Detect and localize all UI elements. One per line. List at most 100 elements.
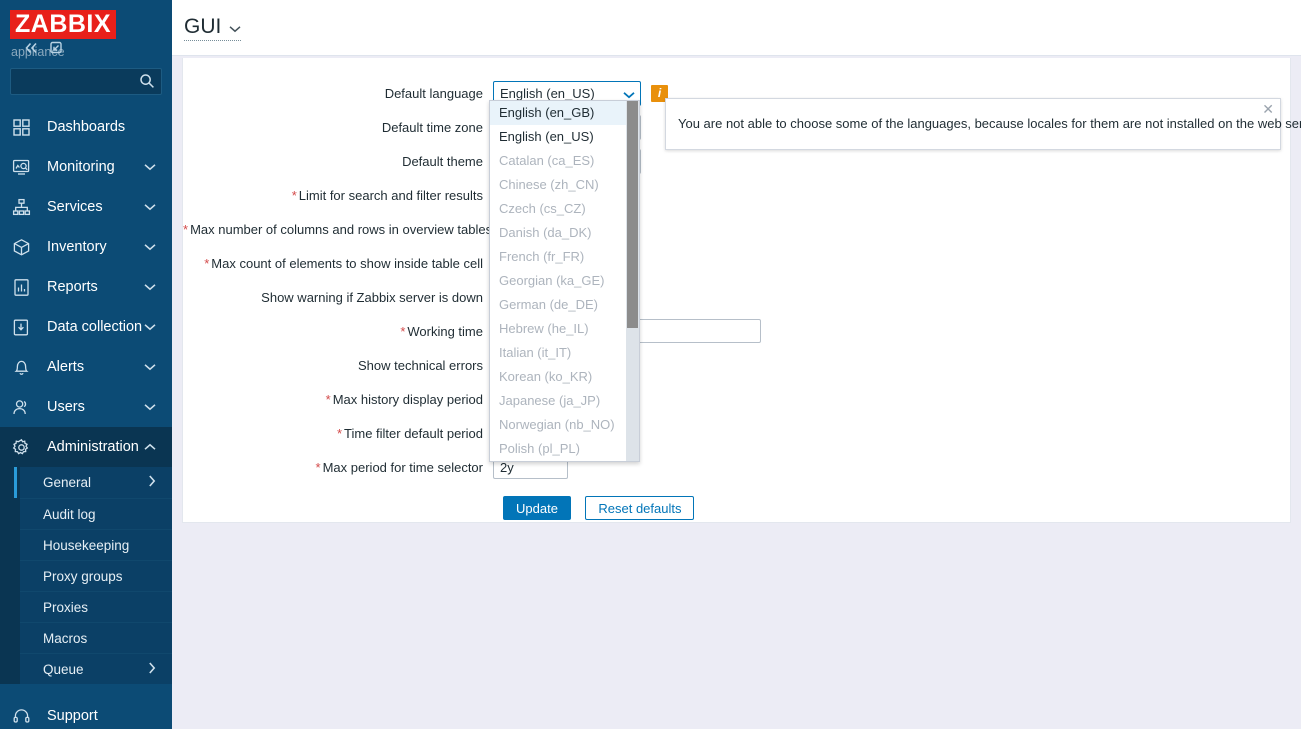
required-marker: * — [336, 425, 343, 441]
chevron-up-icon — [144, 439, 156, 455]
search-icon[interactable] — [139, 73, 155, 94]
language-info-tooltip: You are not able to choose some of the l… — [665, 98, 1301, 150]
language-option: Danish (da_DK) — [499, 225, 592, 240]
form-actions: Update Reset defaults — [183, 484, 1290, 520]
sidebar-subitem-label: Audit log — [43, 506, 96, 522]
reset-defaults-button[interactable]: Reset defaults — [585, 496, 695, 520]
language-option: Polish (pl_PL) — [499, 441, 580, 456]
language-dropdown-list[interactable]: English (en_GB) English (en_US) Catalan … — [489, 100, 640, 462]
language-option: Catalan (ca_ES) — [499, 153, 595, 168]
sidebar-item-macros[interactable]: Macros — [20, 622, 172, 653]
language-option: Georgian (ka_GE) — [499, 273, 605, 288]
dropdown-scrollbar-track[interactable] — [626, 101, 639, 461]
chevron-right-icon — [148, 475, 156, 490]
language-option: Chinese (zh_CN) — [499, 177, 599, 192]
chevron-down-icon[interactable] — [229, 21, 241, 36]
sidebar-item-label: Services — [47, 199, 103, 215]
sidebar-item-reports[interactable]: Reports — [0, 267, 172, 307]
sidebar-item-proxy-groups[interactable]: Proxy groups — [20, 560, 172, 591]
chevron-down-icon — [144, 199, 156, 215]
chevron-down-icon — [144, 319, 156, 335]
required-marker: * — [291, 187, 297, 203]
sidebar-item-general[interactable]: General — [14, 467, 172, 498]
form-label-text: Default time zone — [381, 119, 483, 135]
form-label: * Time filter default period — [183, 426, 493, 441]
sidebar-header: ZABBIX — [0, 0, 172, 54]
form-row-show-technical-errors: Show technical errors — [183, 348, 1290, 382]
sidebar-item-data-collection[interactable]: Data collection — [0, 307, 172, 347]
sidebar-item-support[interactable]: Support — [0, 696, 172, 729]
form-label: * Max period for time selector — [183, 460, 493, 475]
form-label-text: Working time — [407, 323, 483, 339]
zabbix-logo: ZABBIX — [10, 10, 117, 39]
required-marker: * — [325, 391, 331, 407]
sidebar-header-icons — [19, 39, 64, 57]
sidebar-item-administration[interactable]: Administration — [0, 427, 172, 467]
chevron-down-icon — [144, 279, 156, 295]
language-option[interactable]: English (en_US) — [490, 125, 626, 149]
form-row-working-time: * Working time — [183, 314, 1290, 348]
chevron-right-icon — [148, 661, 156, 677]
chevron-down-icon — [144, 359, 156, 375]
sidebar-item-dashboards[interactable]: Dashboards — [0, 107, 172, 147]
language-option: German (de_DE) — [499, 297, 598, 312]
chevron-down-icon — [144, 239, 156, 255]
app-root: ZABBIX appliance Dashboards Monitoring S… — [0, 0, 1301, 729]
form-row-search-limit: * Limit for search and filter results — [183, 178, 1290, 212]
sidebar-subitem-label: Support — [47, 708, 98, 724]
form-label-text: Max period for time selector — [322, 459, 483, 475]
required-marker: * — [400, 323, 406, 339]
sidebar-item-audit-log[interactable]: Audit log — [20, 498, 172, 529]
reports-icon — [12, 277, 38, 297]
sidebar-item-queue[interactable]: Queue — [20, 653, 172, 684]
language-option[interactable]: English (en_GB) — [490, 101, 626, 125]
form-label: * Limit for search and filter results — [183, 188, 493, 203]
form-row-max-period: * Max period for time selector — [183, 450, 1290, 484]
form-row-max-overview-table: * Max number of columns and rows in overv… — [183, 212, 1290, 246]
sidebar-item-alerts[interactable]: Alerts — [0, 347, 172, 387]
sidebar-subitem-label: General — [43, 475, 92, 490]
search-box[interactable] — [10, 68, 162, 95]
tooltip-text: You are not able to choose some of the l… — [678, 116, 1301, 131]
sidebar-item-label: Inventory — [47, 239, 107, 255]
required-marker: * — [315, 459, 321, 475]
language-option-list: English (en_GB) English (en_US) Catalan … — [490, 101, 626, 461]
form-label: Default theme — [183, 154, 493, 169]
form-label: Default language — [183, 86, 493, 101]
services-icon — [12, 197, 38, 217]
form-row-time-filter-period: * Time filter default period — [183, 416, 1290, 450]
sidebar-item-housekeeping[interactable]: Housekeeping — [20, 529, 172, 560]
update-button[interactable]: Update — [503, 496, 571, 520]
sidebar-subitem-label: Macros — [43, 630, 88, 646]
close-icon[interactable]: ✕ — [1262, 102, 1274, 116]
default-language-value: English (en_US) — [500, 85, 595, 101]
dropdown-scrollbar-thumb[interactable] — [627, 101, 638, 328]
sidebar-item-inventory[interactable]: Inventory — [0, 227, 172, 267]
chevron-down-icon — [144, 399, 156, 415]
form-label: Show warning if Zabbix server is down — [183, 290, 493, 305]
form-label-text: Default theme — [402, 153, 483, 169]
page-title[interactable]: GUI — [184, 15, 242, 41]
chevron-double-left-icon[interactable] — [23, 39, 40, 57]
headset-icon — [12, 707, 38, 726]
alerts-icon — [12, 357, 38, 377]
sidebar-item-monitoring[interactable]: Monitoring — [0, 147, 172, 187]
language-option: Japanese (ja_JP) — [499, 393, 601, 408]
form-label: * Working time — [183, 324, 493, 339]
form-label-text: Show warning if Zabbix server is down — [261, 289, 483, 305]
form-label: Default time zone — [183, 120, 493, 135]
sidebar-item-proxies[interactable]: Proxies — [20, 591, 172, 622]
administration-submenu: General Audit log Housekeeping Proxy gro… — [0, 467, 172, 684]
sidebar-item-label: Reports — [47, 279, 98, 295]
sidebar-item-services[interactable]: Services — [0, 187, 172, 227]
sidebar-item-users[interactable]: Users — [0, 387, 172, 427]
sidebar-subitem-label: Housekeeping — [43, 537, 130, 553]
form-row-server-check: Show warning if Zabbix server is down — [183, 280, 1290, 314]
sidebar-item-label: Users — [47, 399, 85, 415]
language-option: Italian (it_IT) — [499, 345, 572, 360]
page-header: GUI — [172, 0, 1301, 56]
collapse-panel-icon[interactable] — [48, 39, 64, 57]
chevron-down-icon — [144, 159, 156, 175]
sidebar-subitem-label: Proxy groups — [43, 568, 123, 584]
inventory-icon — [12, 237, 38, 257]
